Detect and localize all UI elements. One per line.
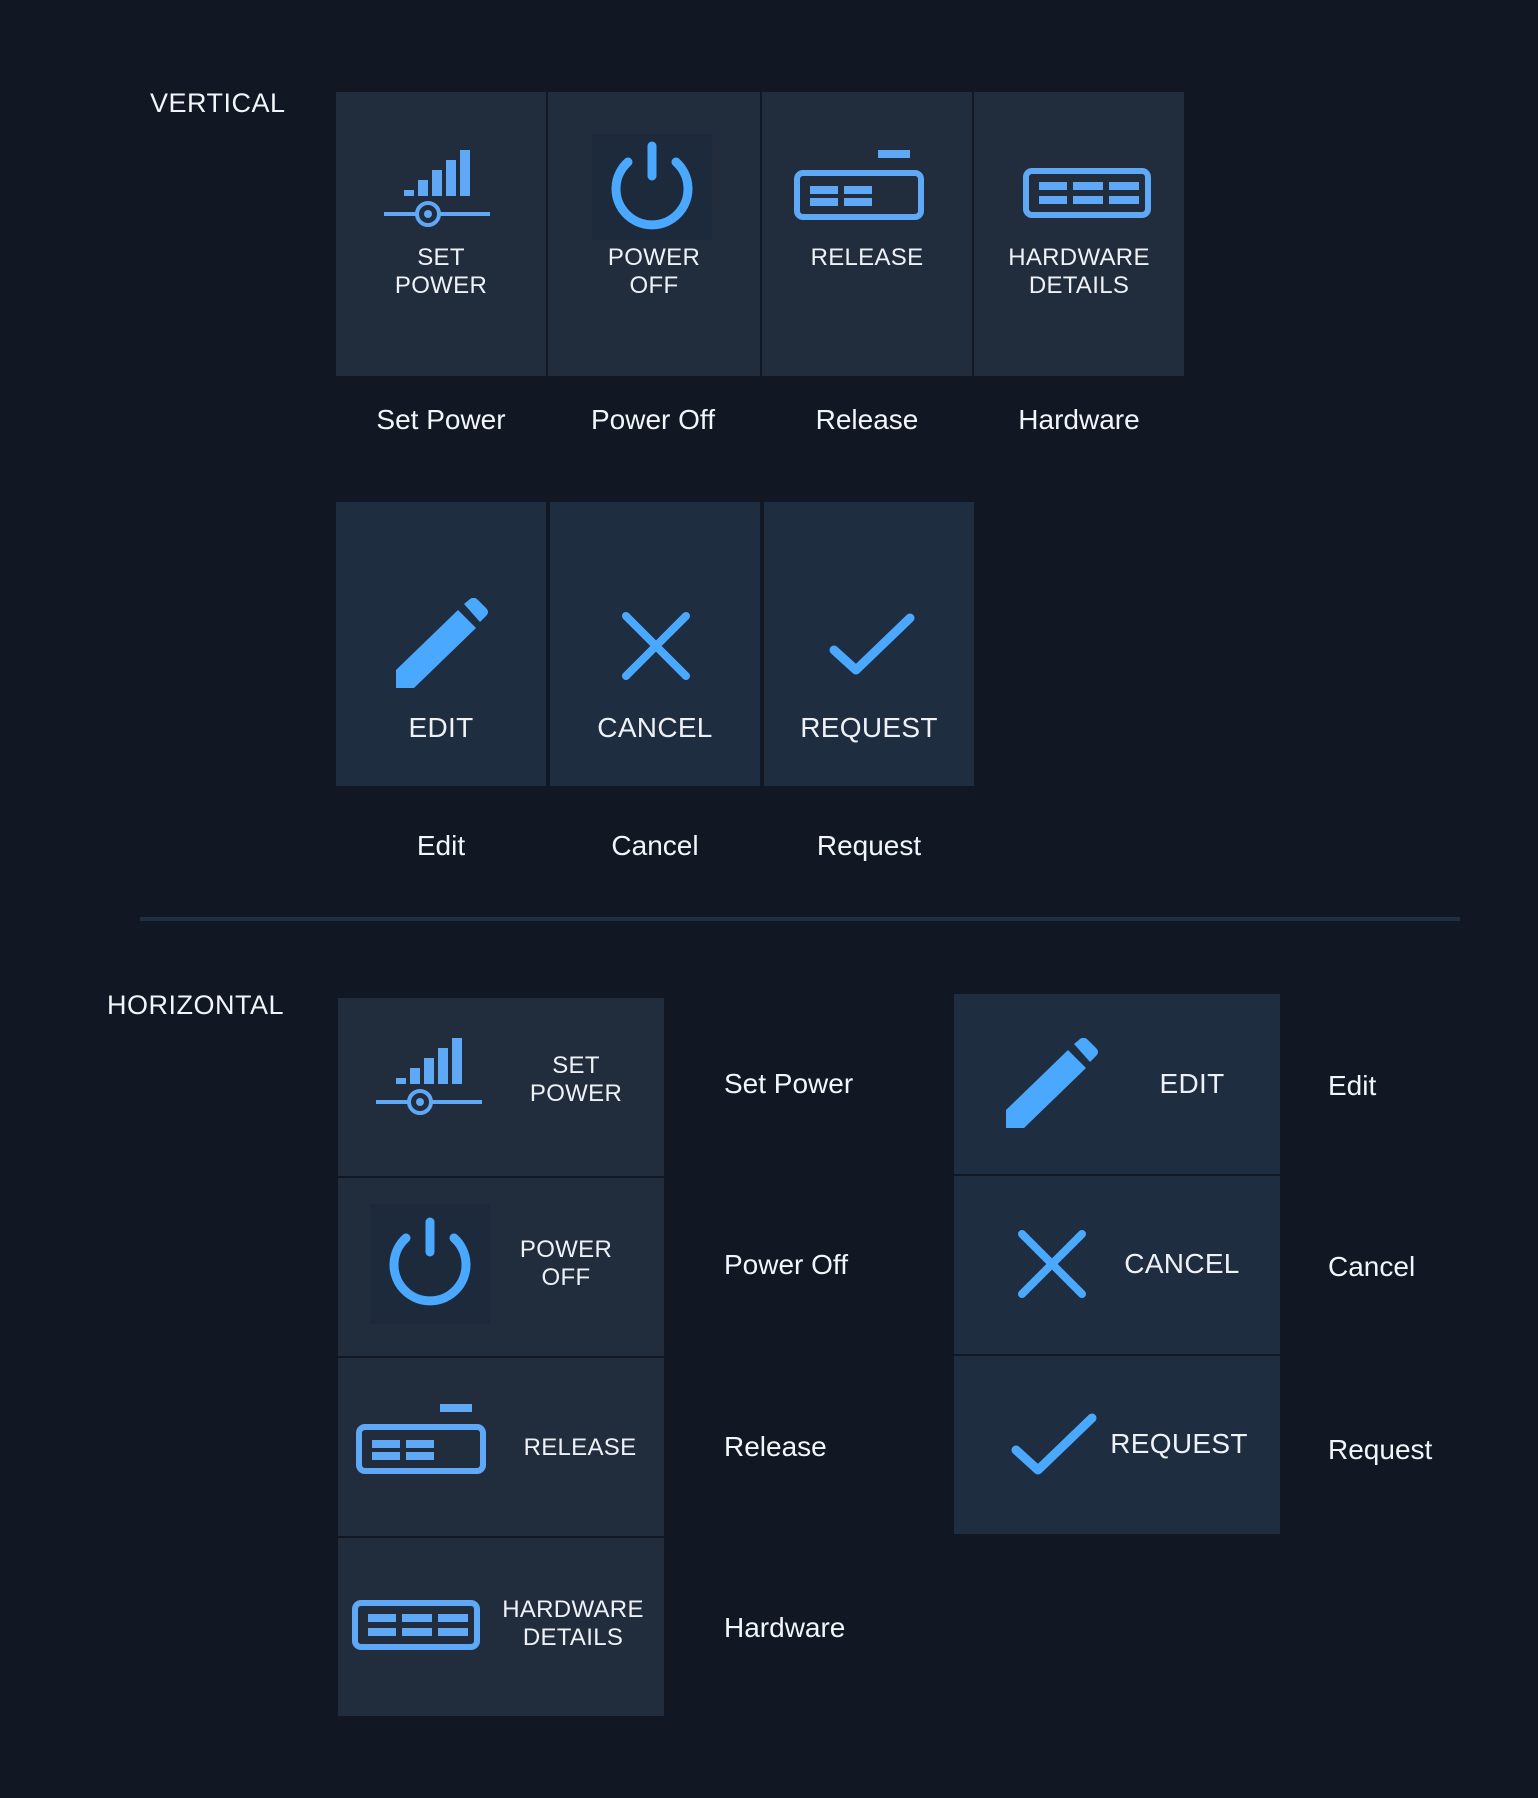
section-label-horizontal: HORIZONTAL: [107, 990, 285, 1020]
check-icon: [829, 613, 915, 675]
hardware-icon: [1023, 168, 1151, 218]
caption-set-power: Set Power: [724, 1068, 854, 1099]
close-icon: [1018, 1230, 1086, 1298]
vertical-release-button[interactable]: RELEASE: [762, 92, 972, 376]
tile-label: POWER OFF: [519, 1236, 613, 1291]
horizontal-hardware-details-button[interactable]: HARDWARE DETAILS: [338, 1538, 664, 1716]
vertical-edit-button[interactable]: EDIT: [336, 502, 546, 786]
pencil-icon: [1006, 1038, 1098, 1128]
vertical-cancel-button[interactable]: CANCEL: [550, 502, 760, 786]
vertical-request-button[interactable]: REQUEST: [764, 502, 974, 786]
caption-cancel: Cancel: [1328, 1251, 1416, 1282]
tile-label: CANCEL: [1124, 1248, 1240, 1279]
close-icon: [622, 612, 690, 680]
caption-hardware: Hardware: [1018, 404, 1140, 435]
horizontal-set-power-button[interactable]: SET POWER: [338, 998, 664, 1176]
horizontal-power-off-button[interactable]: POWER OFF: [338, 1178, 664, 1356]
horizontal-cancel-button[interactable]: CANCEL: [954, 1176, 1280, 1354]
horizontal-edit-button[interactable]: EDIT: [954, 994, 1280, 1174]
vertical-set-power-button[interactable]: SET POWER: [336, 92, 546, 376]
release-icon: [794, 150, 924, 220]
tile-label: SET POWER: [394, 244, 488, 299]
tile-label: POWER OFF: [607, 244, 701, 299]
tile-label: EDIT: [408, 712, 474, 743]
tile-label: EDIT: [1159, 1068, 1225, 1099]
caption-request: Request: [816, 830, 922, 861]
tile-label: SET POWER: [529, 1052, 623, 1107]
set-power-icon: [376, 1038, 482, 1115]
caption-hardware: Hardware: [724, 1612, 846, 1643]
section-divider: [140, 917, 1460, 921]
hardware-icon: [352, 1600, 480, 1650]
horizontal-release-button[interactable]: RELEASE: [338, 1358, 664, 1536]
tile-label: REQUEST: [1110, 1428, 1248, 1459]
section-label-vertical: VERTICAL: [150, 88, 286, 118]
caption-cancel: Cancel: [611, 830, 699, 861]
tile-label: REQUEST: [800, 712, 938, 743]
power-icon: [611, 141, 693, 230]
check-icon: [1011, 1413, 1097, 1475]
caption-set-power: Set Power: [376, 404, 506, 435]
caption-release: Release: [724, 1431, 827, 1462]
tile-label: RELEASE: [810, 244, 924, 271]
horizontal-request-button[interactable]: REQUEST: [954, 1356, 1280, 1534]
vertical-power-off-button[interactable]: POWER OFF: [548, 92, 760, 376]
tile-label: CANCEL: [597, 712, 713, 743]
caption-release: Release: [815, 404, 919, 435]
caption-request: Request: [1328, 1434, 1433, 1465]
caption-power-off: Power Off: [591, 404, 715, 435]
release-icon: [356, 1404, 486, 1474]
set-power-icon: [384, 150, 490, 227]
tile-label: HARDWARE DETAILS: [502, 1596, 644, 1651]
caption-edit: Edit: [416, 830, 466, 861]
pencil-icon: [396, 598, 488, 688]
vertical-hardware-details-button[interactable]: HARDWARE DETAILS: [974, 92, 1184, 376]
power-icon: [389, 1217, 471, 1306]
caption-edit: Edit: [1328, 1070, 1377, 1101]
caption-power-off: Power Off: [724, 1249, 848, 1280]
tile-label: RELEASE: [523, 1434, 637, 1461]
tile-label: HARDWARE DETAILS: [1008, 244, 1150, 299]
